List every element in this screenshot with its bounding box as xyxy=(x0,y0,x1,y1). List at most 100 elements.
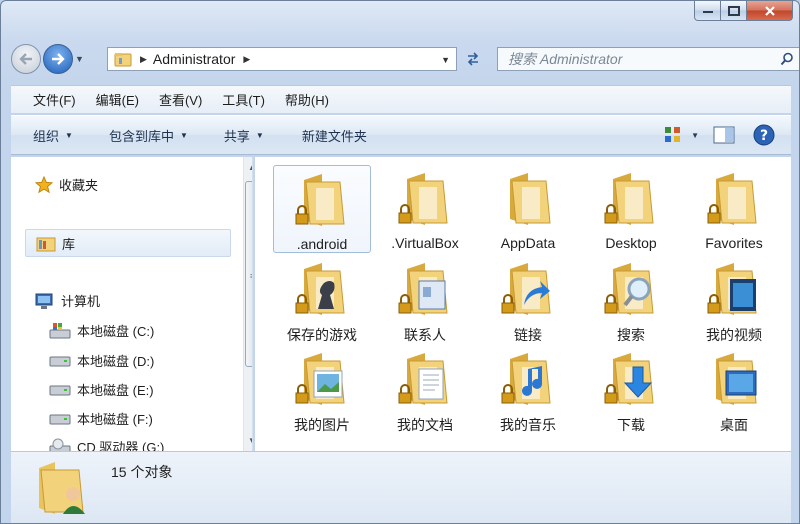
nav-scrollbar[interactable]: ▲ ≡ ▼ xyxy=(243,157,252,451)
search-box[interactable] xyxy=(497,47,799,71)
nav-computer-label: 计算机 xyxy=(61,294,101,309)
chevron-down-icon: ▼ xyxy=(255,130,264,140)
back-button[interactable] xyxy=(11,44,41,74)
locked-folder-icon xyxy=(397,171,453,227)
back-arrow-icon xyxy=(19,53,32,65)
forward-button[interactable] xyxy=(43,44,73,74)
folder-label: 我的音乐 xyxy=(500,417,556,433)
minimize-button[interactable] xyxy=(694,1,721,21)
close-button[interactable] xyxy=(747,1,793,21)
folder-label: 搜索 xyxy=(617,327,645,343)
change-view-icon[interactable] xyxy=(663,125,683,145)
nav-drive-d[interactable]: 本地磁盘 (D:) xyxy=(49,351,154,370)
include-in-library-label: 包含到库中 xyxy=(108,128,174,144)
address-bar[interactable]: ▶ Administrator ▶ ▼ xyxy=(107,47,457,71)
drive-icon xyxy=(49,356,71,366)
breadcrumb-separator[interactable]: ▶ xyxy=(140,54,147,65)
nav-drive-c-label: 本地磁盘 (C:) xyxy=(77,324,155,339)
folder-item[interactable]: 我的文档 xyxy=(376,345,474,433)
navigation-pane: 收藏夹 库 计算机 本地磁盘 (C:) 本地磁盘 (D:) 本地磁盘 (E:) … xyxy=(11,157,253,451)
computer-icon xyxy=(35,293,53,309)
refresh-button[interactable] xyxy=(459,47,487,71)
search-icon[interactable] xyxy=(780,52,794,66)
scroll-down-arrow-icon[interactable]: ▼ xyxy=(248,436,252,445)
command-bar: 组织 ▼ 包含到库中 ▼ 共享 ▼ 新建文件夹 ▼ ? xyxy=(11,115,791,155)
nav-computer[interactable]: 计算机 xyxy=(35,291,100,310)
new-folder-button[interactable]: 新建文件夹 xyxy=(302,126,367,145)
nav-libraries[interactable]: 库 xyxy=(25,229,231,257)
menu-tools[interactable]: 工具(T) xyxy=(212,90,275,109)
nav-cd-drive[interactable]: CD 驱动器 (G:) xyxy=(49,437,164,451)
folder-label: 保存的游戏 xyxy=(287,327,357,343)
view-controls: ▼ ? xyxy=(663,124,775,146)
drive-icon xyxy=(49,414,71,424)
folder-item[interactable]: 我的图片 xyxy=(273,345,371,433)
nav-drive-e[interactable]: 本地磁盘 (E:) xyxy=(49,380,154,399)
breadcrumb-administrator[interactable]: Administrator xyxy=(153,51,235,67)
forward-arrow-icon xyxy=(52,53,65,65)
folder-item[interactable]: 保存的游戏 xyxy=(273,255,371,343)
folder-item[interactable]: Favorites xyxy=(685,165,783,253)
folder-label: 我的图片 xyxy=(294,417,350,433)
close-icon xyxy=(764,5,775,16)
nav-drive-c[interactable]: 本地磁盘 (C:) xyxy=(49,321,154,340)
folder-label: 联系人 xyxy=(404,327,446,343)
menu-view[interactable]: 查看(V) xyxy=(149,90,212,109)
locked-folder-icon xyxy=(706,171,762,227)
organize-label: 组织 xyxy=(33,128,60,144)
breadcrumb-separator[interactable]: ▶ xyxy=(243,54,250,65)
include-in-library-button[interactable]: 包含到库中 ▼ xyxy=(109,126,188,145)
folder-item[interactable]: 桌面 xyxy=(685,345,783,433)
chevron-down-icon: ▼ xyxy=(179,130,188,140)
share-button[interactable]: 共享 ▼ xyxy=(224,126,264,145)
view-options-dropdown[interactable]: ▼ xyxy=(691,131,699,140)
folder-item[interactable]: Desktop xyxy=(582,165,680,253)
folder-icon xyxy=(500,171,556,227)
maximize-button[interactable] xyxy=(721,1,747,21)
minimize-icon xyxy=(702,10,713,13)
documents-folder-icon xyxy=(397,351,453,407)
folder-label: 桌面 xyxy=(720,417,748,433)
recent-pages-dropdown[interactable]: ▼ xyxy=(75,54,85,64)
svg-text:?: ? xyxy=(760,128,768,144)
folder-item[interactable]: 搜索 xyxy=(582,255,680,343)
folder-item[interactable]: AppData xyxy=(479,165,577,253)
nav-drive-f[interactable]: 本地磁盘 (F:) xyxy=(49,409,153,428)
folder-label: 下载 xyxy=(617,417,645,433)
nav-favorites[interactable]: 收藏夹 xyxy=(35,175,98,194)
menu-help[interactable]: 帮助(H) xyxy=(275,90,339,109)
nav-drive-f-label: 本地磁盘 (F:) xyxy=(77,412,153,427)
folder-item[interactable]: 链接 xyxy=(479,255,577,343)
music-folder-icon xyxy=(500,351,556,407)
preview-pane-icon[interactable] xyxy=(713,125,735,145)
system-drive-icon xyxy=(49,322,71,338)
folder-label: Favorites xyxy=(705,235,763,251)
folder-label: 链接 xyxy=(514,327,542,343)
address-row: ▼ ▶ Administrator ▶ ▼ xyxy=(11,43,799,75)
help-icon[interactable]: ? xyxy=(753,124,775,146)
folder-label: .VirtualBox xyxy=(391,235,459,251)
searches-folder-icon xyxy=(603,261,659,317)
star-icon xyxy=(35,175,53,193)
folder-label: 我的视频 xyxy=(706,327,762,343)
maximize-icon xyxy=(727,5,740,16)
search-input[interactable] xyxy=(508,51,768,67)
folder-item[interactable]: 联系人 xyxy=(376,255,474,343)
scroll-up-arrow-icon[interactable]: ▲ xyxy=(248,163,252,172)
address-dropdown[interactable]: ▼ xyxy=(441,55,450,65)
downloads-folder-icon xyxy=(603,351,659,407)
nav-drive-d-label: 本地磁盘 (D:) xyxy=(77,354,155,369)
folder-item[interactable]: .android xyxy=(273,165,371,253)
menu-file[interactable]: 文件(F) xyxy=(11,90,86,109)
folder-item[interactable]: 下载 xyxy=(582,345,680,433)
scroll-thumb[interactable]: ≡ xyxy=(245,181,252,367)
menu-edit[interactable]: 编辑(E) xyxy=(86,90,149,109)
nav-libraries-label: 库 xyxy=(62,236,76,252)
folder-item[interactable]: 我的视频 xyxy=(685,255,783,343)
folder-item[interactable]: 我的音乐 xyxy=(479,345,577,433)
organize-button[interactable]: 组织 ▼ xyxy=(33,126,73,145)
explorer-window: ▼ ▶ Administrator ▶ ▼ 文件(F) 编辑(E) 查看(V) … xyxy=(0,0,800,524)
menu-bar: 文件(F) 编辑(E) 查看(V) 工具(T) 帮助(H) xyxy=(11,85,791,113)
desktop-folder-icon xyxy=(706,351,762,407)
folder-item[interactable]: .VirtualBox xyxy=(376,165,474,253)
